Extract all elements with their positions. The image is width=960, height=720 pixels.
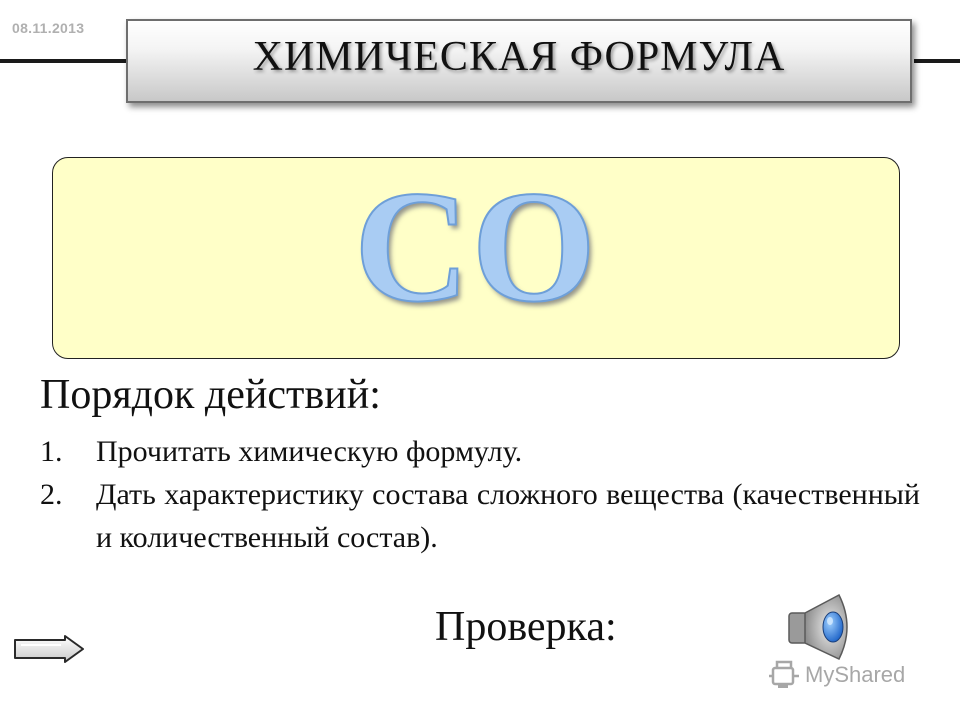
procedure-heading: Порядок действий:: [40, 372, 381, 418]
speaker-icon: [788, 593, 848, 660]
arrow-right-icon: [14, 635, 84, 663]
chemical-formula: CO: [353, 157, 598, 335]
step-text: Дать характеристику состава сложного вещ…: [96, 478, 920, 554]
watermark-text: MyShared: [805, 662, 906, 687]
steps-list: 1. Прочитать химическую формулу. 2. Дать…: [40, 430, 920, 559]
slide-date: 08.11.2013: [12, 20, 85, 36]
slide: 08.11.2013 ХИМИЧЕСКАЯ ФОРМУЛА CO Порядок…: [0, 0, 960, 720]
title-bar: ХИМИЧЕСКАЯ ФОРМУЛА: [126, 19, 912, 103]
formula-box: CO: [52, 157, 900, 359]
step-number: 2.: [40, 478, 63, 511]
slide-title: ХИМИЧЕСКАЯ ФОРМУЛА: [252, 34, 786, 80]
step-text: Прочитать химическую формулу.: [96, 435, 523, 468]
header-rule-right: [914, 59, 960, 63]
list-item: 2. Дать характеристику состава сложного …: [40, 473, 920, 559]
list-item: 1. Прочитать химическую формулу.: [40, 430, 920, 473]
audio-button[interactable]: [783, 589, 859, 665]
header-rule-left: [0, 59, 128, 63]
watermark: MyShared: [767, 657, 905, 693]
step-number: 1.: [40, 435, 63, 468]
myshared-logo-icon: [769, 660, 799, 688]
next-arrow-button[interactable]: [13, 635, 85, 663]
check-label: Проверка:: [435, 604, 617, 650]
